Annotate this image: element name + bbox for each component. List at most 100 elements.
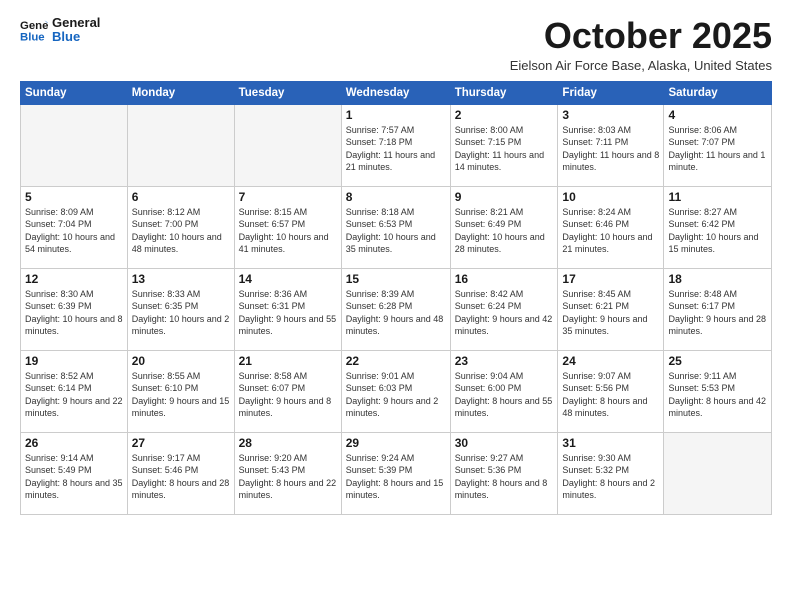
day-info: Sunrise: 8:48 AMSunset: 6:17 PMDaylight:…: [668, 288, 767, 338]
day-info: Sunrise: 8:24 AMSunset: 6:46 PMDaylight:…: [562, 206, 659, 256]
calendar-day-cell: 19 Sunrise: 8:52 AMSunset: 6:14 PMDayligh…: [21, 350, 128, 432]
logo: General Blue General Blue: [20, 16, 100, 45]
calendar-day-cell: 16 Sunrise: 8:42 AMSunset: 6:24 PMDayligh…: [450, 268, 558, 350]
day-number: 1: [346, 108, 446, 122]
calendar-week-row: 19 Sunrise: 8:52 AMSunset: 6:14 PMDayligh…: [21, 350, 772, 432]
calendar-day-cell: 28 Sunrise: 9:20 AMSunset: 5:43 PMDayligh…: [234, 432, 341, 514]
calendar-day-cell: 23 Sunrise: 9:04 AMSunset: 6:00 PMDayligh…: [450, 350, 558, 432]
svg-text:General: General: [20, 20, 48, 32]
weekday-header: Tuesday: [234, 81, 341, 104]
day-number: 22: [346, 354, 446, 368]
day-info: Sunrise: 8:55 AMSunset: 6:10 PMDaylight:…: [132, 370, 230, 420]
calendar-day-cell: 3 Sunrise: 8:03 AMSunset: 7:11 PMDaylight…: [558, 104, 664, 186]
day-number: 20: [132, 354, 230, 368]
day-number: 28: [239, 436, 337, 450]
day-number: 26: [25, 436, 123, 450]
day-info: Sunrise: 8:12 AMSunset: 7:00 PMDaylight:…: [132, 206, 230, 256]
weekday-header: Wednesday: [341, 81, 450, 104]
weekday-header: Monday: [127, 81, 234, 104]
day-number: 7: [239, 190, 337, 204]
logo-blue: Blue: [52, 30, 100, 44]
day-info: Sunrise: 8:58 AMSunset: 6:07 PMDaylight:…: [239, 370, 337, 420]
calendar-day-cell: [664, 432, 772, 514]
calendar-title: October 2025: [510, 16, 772, 56]
day-info: Sunrise: 7:57 AMSunset: 7:18 PMDaylight:…: [346, 124, 446, 174]
calendar-day-cell: 18 Sunrise: 8:48 AMSunset: 6:17 PMDayligh…: [664, 268, 772, 350]
day-info: Sunrise: 8:18 AMSunset: 6:53 PMDaylight:…: [346, 206, 446, 256]
calendar-week-row: 1 Sunrise: 7:57 AMSunset: 7:18 PMDaylight…: [21, 104, 772, 186]
day-info: Sunrise: 8:03 AMSunset: 7:11 PMDaylight:…: [562, 124, 659, 174]
day-number: 17: [562, 272, 659, 286]
weekday-header: Sunday: [21, 81, 128, 104]
title-block: October 2025 Eielson Air Force Base, Ala…: [510, 16, 772, 73]
calendar-day-cell: 10 Sunrise: 8:24 AMSunset: 6:46 PMDayligh…: [558, 186, 664, 268]
calendar-day-cell: 15 Sunrise: 8:39 AMSunset: 6:28 PMDayligh…: [341, 268, 450, 350]
weekday-header-row: SundayMondayTuesdayWednesdayThursdayFrid…: [21, 81, 772, 104]
day-info: Sunrise: 9:17 AMSunset: 5:46 PMDaylight:…: [132, 452, 230, 502]
day-info: Sunrise: 8:39 AMSunset: 6:28 PMDaylight:…: [346, 288, 446, 338]
calendar-day-cell: 25Sunrise: 9:11 AMSunset: 5:53 PMDayligh…: [664, 350, 772, 432]
day-number: 9: [455, 190, 554, 204]
day-info: Sunrise: 9:20 AMSunset: 5:43 PMDaylight:…: [239, 452, 337, 502]
day-number: 25: [668, 354, 767, 368]
calendar-week-row: 5Sunrise: 8:09 AMSunset: 7:04 PMDaylight…: [21, 186, 772, 268]
day-number: 21: [239, 354, 337, 368]
calendar-day-cell: 12Sunrise: 8:30 AMSunset: 6:39 PMDayligh…: [21, 268, 128, 350]
day-number: 14: [239, 272, 337, 286]
calendar-day-cell: 5Sunrise: 8:09 AMSunset: 7:04 PMDaylight…: [21, 186, 128, 268]
calendar-day-cell: 22 Sunrise: 9:01 AMSunset: 6:03 PMDayligh…: [341, 350, 450, 432]
day-info: Sunrise: 8:33 AMSunset: 6:35 PMDaylight:…: [132, 288, 230, 338]
day-number: 4: [668, 108, 767, 122]
calendar-day-cell: 24 Sunrise: 9:07 AMSunset: 5:56 PMDayligh…: [558, 350, 664, 432]
calendar-week-row: 26 Sunrise: 9:14 AMSunset: 5:49 PMDayligh…: [21, 432, 772, 514]
day-number: 2: [455, 108, 554, 122]
calendar-day-cell: 1 Sunrise: 7:57 AMSunset: 7:18 PMDaylight…: [341, 104, 450, 186]
calendar-day-cell: 27Sunrise: 9:17 AMSunset: 5:46 PMDayligh…: [127, 432, 234, 514]
calendar-day-cell: 8 Sunrise: 8:18 AMSunset: 6:53 PMDaylight…: [341, 186, 450, 268]
day-info: Sunrise: 9:14 AMSunset: 5:49 PMDaylight:…: [25, 452, 123, 502]
calendar-day-cell: 26 Sunrise: 9:14 AMSunset: 5:49 PMDayligh…: [21, 432, 128, 514]
day-number: 30: [455, 436, 554, 450]
day-info: Sunrise: 9:30 AMSunset: 5:32 PMDaylight:…: [562, 452, 659, 502]
calendar-day-cell: 31 Sunrise: 9:30 AMSunset: 5:32 PMDayligh…: [558, 432, 664, 514]
day-number: 19: [25, 354, 123, 368]
day-info: Sunrise: 8:45 AMSunset: 6:21 PMDaylight:…: [562, 288, 659, 338]
calendar-day-cell: 9 Sunrise: 8:21 AMSunset: 6:49 PMDaylight…: [450, 186, 558, 268]
calendar-day-cell: 11Sunrise: 8:27 AMSunset: 6:42 PMDayligh…: [664, 186, 772, 268]
day-info: Sunrise: 9:04 AMSunset: 6:00 PMDaylight:…: [455, 370, 554, 420]
weekday-header: Thursday: [450, 81, 558, 104]
calendar-day-cell: 20 Sunrise: 8:55 AMSunset: 6:10 PMDayligh…: [127, 350, 234, 432]
calendar-page: General Blue General Blue October 2025 E…: [0, 0, 792, 612]
day-info: Sunrise: 8:52 AMSunset: 6:14 PMDaylight:…: [25, 370, 123, 420]
calendar-day-cell: 29Sunrise: 9:24 AMSunset: 5:39 PMDayligh…: [341, 432, 450, 514]
logo-general: General: [52, 16, 100, 30]
weekday-header: Saturday: [664, 81, 772, 104]
calendar-day-cell: 17 Sunrise: 8:45 AMSunset: 6:21 PMDayligh…: [558, 268, 664, 350]
day-number: 8: [346, 190, 446, 204]
day-number: 31: [562, 436, 659, 450]
calendar-day-cell: 4Sunrise: 8:06 AMSunset: 7:07 PMDaylight…: [664, 104, 772, 186]
calendar-day-cell: 7Sunrise: 8:15 AMSunset: 6:57 PMDaylight…: [234, 186, 341, 268]
day-number: 5: [25, 190, 123, 204]
day-info: Sunrise: 8:21 AMSunset: 6:49 PMDaylight:…: [455, 206, 554, 256]
day-number: 16: [455, 272, 554, 286]
calendar-day-cell: 2Sunrise: 8:00 AMSunset: 7:15 PMDaylight…: [450, 104, 558, 186]
weekday-header: Friday: [558, 81, 664, 104]
day-number: 24: [562, 354, 659, 368]
day-number: 15: [346, 272, 446, 286]
day-number: 13: [132, 272, 230, 286]
day-info: Sunrise: 8:42 AMSunset: 6:24 PMDaylight:…: [455, 288, 554, 338]
calendar-table: SundayMondayTuesdayWednesdayThursdayFrid…: [20, 81, 772, 515]
calendar-day-cell: 6Sunrise: 8:12 AMSunset: 7:00 PMDaylight…: [127, 186, 234, 268]
day-info: Sunrise: 9:07 AMSunset: 5:56 PMDaylight:…: [562, 370, 659, 420]
day-info: Sunrise: 8:30 AMSunset: 6:39 PMDaylight:…: [25, 288, 123, 338]
day-number: 3: [562, 108, 659, 122]
day-info: Sunrise: 9:27 AMSunset: 5:36 PMDaylight:…: [455, 452, 554, 502]
day-info: Sunrise: 9:01 AMSunset: 6:03 PMDaylight:…: [346, 370, 446, 420]
svg-text:Blue: Blue: [20, 32, 45, 44]
day-number: 10: [562, 190, 659, 204]
calendar-day-cell: 14Sunrise: 8:36 AMSunset: 6:31 PMDayligh…: [234, 268, 341, 350]
day-number: 23: [455, 354, 554, 368]
calendar-subtitle: Eielson Air Force Base, Alaska, United S…: [510, 58, 772, 73]
day-number: 18: [668, 272, 767, 286]
